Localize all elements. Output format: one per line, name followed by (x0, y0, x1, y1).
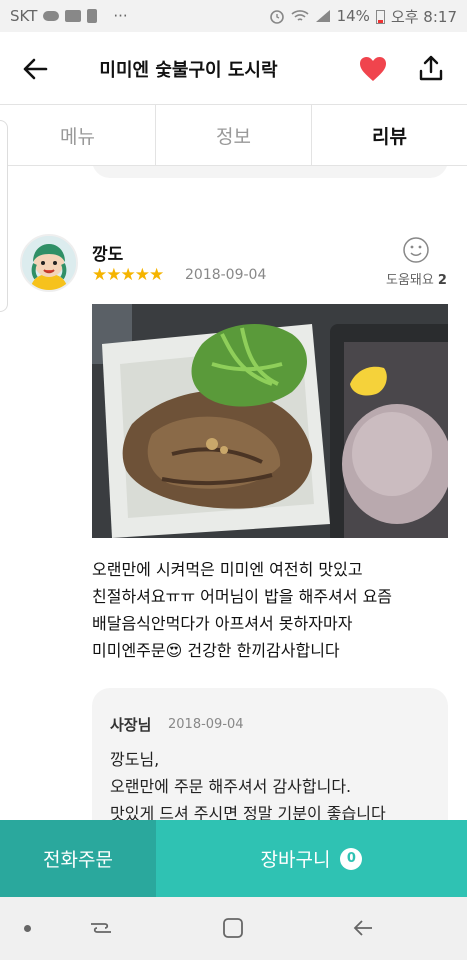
clock: 오후 8:17 (390, 7, 457, 26)
review-photo[interactable] (92, 304, 448, 538)
character-avatar-icon (22, 236, 76, 290)
review-text: 오랜만에 시켜먹은 미미엔 여전히 맛있고 친절하셔요ㅠㅠ 어머님이 밥을 해주… (92, 556, 452, 664)
reply-text: 깡도님, 오랜만에 주문 해주셔서 감사합니다. 맛있게 드셔 주시면 정말 기… (110, 746, 440, 827)
food-photo-image (92, 304, 448, 538)
review-text-line: 미미엔주문😍 건강한 한끼감사합니다 (92, 641, 340, 660)
system-nav-bar (0, 897, 467, 960)
home-icon[interactable] (220, 915, 246, 941)
avatar (20, 234, 78, 292)
tab-bar: 메뉴 정보 리뷰 (0, 104, 467, 166)
cart-count-badge: 0 (340, 847, 363, 870)
reply-text-line: 오랜만에 주문 해주셔서 감사합니다. (110, 777, 352, 796)
tab-menu[interactable]: 메뉴 (0, 105, 156, 165)
review-date: 2018-09-04 (185, 267, 267, 283)
owner-label: 사장님 (110, 716, 152, 734)
helpful-label: 도움돼요 (386, 273, 434, 288)
cart-button[interactable]: 장바구니 0 (156, 820, 467, 897)
smile-icon[interactable] (402, 236, 430, 264)
review-text-line: 배달음식안먹다가 아프셔서 못하자마자 (92, 614, 353, 633)
cloud-icon (43, 11, 60, 21)
phone-order-button[interactable]: 전화주문 (0, 820, 156, 897)
rating-stars: ★★★★★ (92, 265, 164, 285)
battery-percent: 14% (336, 7, 370, 25)
store-title: 미미엔 숯불구이 도시락 (99, 60, 278, 81)
tab-reviews[interactable]: 리뷰 (312, 105, 467, 165)
helpful-count: 2 (437, 273, 447, 288)
carrier-label: SKT (10, 7, 38, 25)
wifi-icon (291, 10, 309, 21)
review-text-line: 오랜만에 시켜먹은 미미엔 여전히 맛있고 (92, 560, 363, 579)
side-edge-handle[interactable] (0, 120, 8, 312)
alarm-icon (269, 10, 284, 24)
cart-label: 장바구니 (260, 849, 331, 871)
gallery-icon (65, 10, 82, 22)
share-icon[interactable] (417, 54, 445, 82)
app-bar: 미미엔 숯불구이 도시락 (0, 32, 467, 104)
reply-text-line: 깡도님, (110, 750, 160, 769)
alert-icon (87, 9, 98, 23)
more-notifications: ··· (113, 7, 128, 25)
helpful-button[interactable]: 도움돼요 2 (386, 269, 447, 288)
reviewer-nickname: 깡도 (92, 245, 124, 265)
tab-info[interactable]: 정보 (156, 105, 312, 165)
nav-dot-icon[interactable] (24, 925, 31, 932)
bottom-action-bar: 전화주문 장바구니 0 (0, 820, 467, 897)
heart-icon[interactable] (358, 54, 388, 84)
recent-apps-icon[interactable] (88, 915, 114, 941)
status-bar: SKT ··· 14% 오후 8:17 (0, 0, 467, 32)
back-nav-icon[interactable] (350, 915, 376, 941)
review-text-line: 친절하셔요ㅠㅠ 어머님이 밥을 해주셔서 요즘 (92, 587, 393, 606)
reply-date: 2018-09-04 (168, 717, 244, 732)
battery-icon (375, 9, 385, 24)
signal-icon (315, 10, 330, 22)
